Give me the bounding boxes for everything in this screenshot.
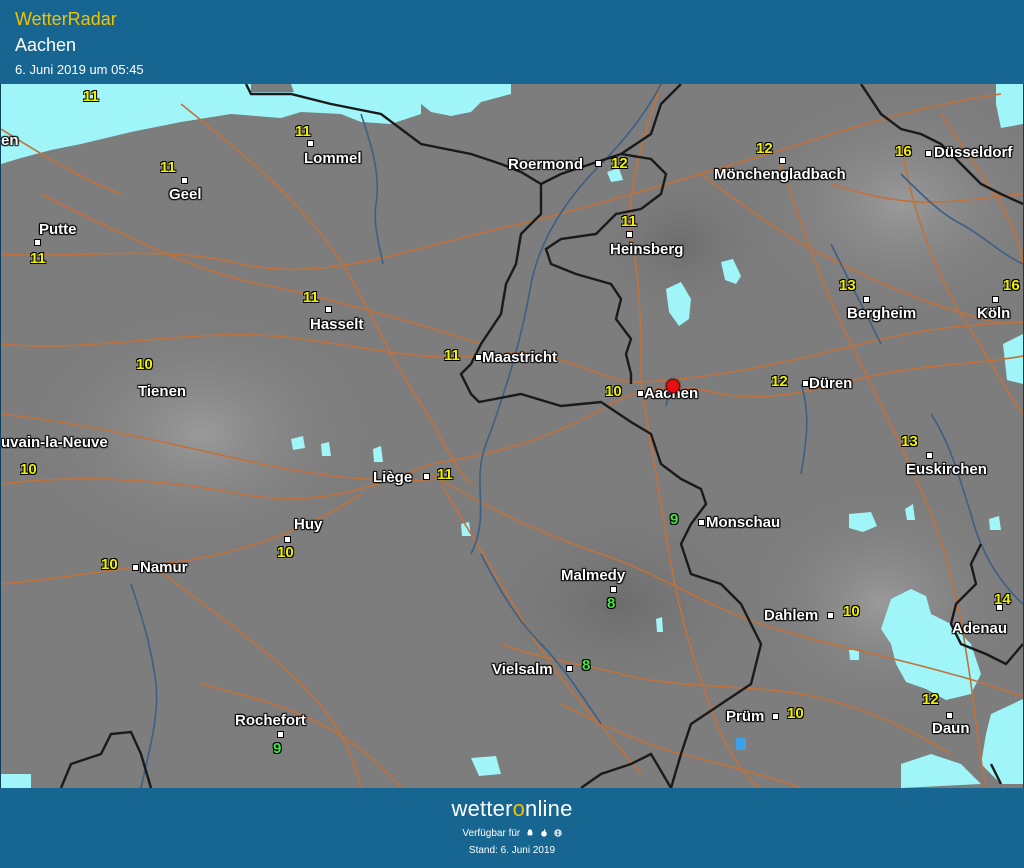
city-daun[interactable]: Daun — [932, 720, 970, 737]
city-geel[interactable]: Geel — [169, 186, 202, 203]
city-partial-west[interactable]: en — [1, 132, 19, 149]
radar-map[interactable]: Roermond Mönchengladbach Düsseldorf Lomm… — [1, 84, 1023, 788]
temperature-value: 9 — [670, 511, 679, 528]
android-icon[interactable] — [526, 829, 534, 837]
city-roermond[interactable]: Roermond — [508, 156, 583, 173]
city-dot-pruem — [772, 713, 779, 720]
city-huy[interactable]: Huy — [294, 516, 322, 533]
city-dot-dueren — [802, 380, 809, 387]
availability-text: Verfügbar für — [462, 828, 521, 839]
city-liege[interactable]: Liège — [373, 469, 412, 486]
city-dot-hasselt — [325, 306, 332, 313]
city-dot-heinsberg — [626, 231, 633, 238]
city-louvain-la-neuve[interactable]: uvain-la-Neuve — [1, 434, 108, 451]
temperature-value: 13 — [839, 277, 856, 294]
temperature-value: 11 — [437, 466, 453, 483]
temperature-value: 11 — [295, 123, 311, 140]
temperature-value: 8 — [607, 595, 616, 612]
city-dot-liege — [423, 473, 430, 480]
logo-text-suffix: nline — [525, 796, 573, 821]
logo-text-o: o — [512, 796, 526, 821]
temperature-value: 10 — [101, 556, 118, 573]
temperature-value: 8 — [582, 657, 591, 674]
temperature-value: 16 — [1003, 277, 1020, 294]
temperature-value: 10 — [605, 383, 622, 400]
city-bergheim[interactable]: Bergheim — [847, 305, 916, 322]
location-marker-icon[interactable] — [666, 379, 680, 393]
radar-timestamp: 6. Juni 2019 um 05:45 — [15, 62, 144, 77]
cloud-light-se — [741, 484, 1021, 724]
temperature-value: 11 — [444, 347, 460, 364]
city-dueren[interactable]: Düren — [809, 375, 852, 392]
city-dot-roermond — [595, 160, 602, 167]
temperature-value: 14 — [994, 591, 1011, 608]
city-dot-maastricht — [475, 354, 482, 361]
city-dot-duesseldorf — [925, 150, 932, 157]
city-heinsberg[interactable]: Heinsberg — [610, 241, 683, 258]
temperature-value: 11 — [303, 289, 319, 306]
city-dot-huy — [284, 536, 291, 543]
logo-text-prefix: wetter — [451, 796, 513, 821]
city-hasselt[interactable]: Hasselt — [310, 316, 363, 333]
header: WetterRadar Aachen 6. Juni 2019 um 05:45 — [0, 0, 1024, 84]
temperature-value: 11 — [160, 159, 176, 176]
city-dot-lommel — [307, 140, 314, 147]
temperature-value: 10 — [277, 544, 294, 561]
city-lommel[interactable]: Lommel — [304, 150, 362, 167]
temperature-value: 9 — [273, 740, 282, 757]
city-dot-geel — [181, 177, 188, 184]
city-dot-putte — [34, 239, 41, 246]
city-dot-moenchengladbach — [779, 157, 786, 164]
city-dot-koeln — [992, 296, 999, 303]
city-malmedy[interactable]: Malmedy — [561, 567, 625, 584]
temperature-value: 11 — [83, 88, 99, 105]
city-rochefort[interactable]: Rochefort — [235, 712, 306, 729]
temperature-value: 12 — [611, 155, 628, 172]
temperature-value: 12 — [922, 691, 939, 708]
city-adenau[interactable]: Adenau — [952, 620, 1007, 637]
map-canvas — [1, 84, 1023, 788]
temperature-value: 12 — [771, 373, 788, 390]
stand-date: Stand: 6. Juni 2019 — [468, 845, 556, 856]
temperature-value: 16 — [895, 143, 912, 160]
city-dot-rochefort — [277, 731, 284, 738]
availability-line: Verfügbar für — [0, 828, 1024, 839]
city-dot-malmedy — [610, 586, 617, 593]
location-name[interactable]: Aachen — [15, 35, 76, 56]
city-monschau[interactable]: Monschau — [706, 514, 780, 531]
temperature-value: 10 — [787, 705, 804, 722]
city-koeln[interactable]: Köln — [977, 305, 1010, 322]
city-dot-vielsalm — [566, 665, 573, 672]
apple-icon[interactable] — [540, 829, 548, 837]
rain-cell — [736, 738, 746, 750]
temperature-value: 10 — [136, 356, 153, 373]
city-moenchengladbach[interactable]: Mönchengladbach — [714, 166, 846, 183]
city-dot-bergheim — [863, 296, 870, 303]
temperature-value: 10 — [20, 461, 37, 478]
city-namur[interactable]: Namur — [140, 559, 188, 576]
city-putte[interactable]: Putte — [39, 221, 77, 238]
temperature-value: 12 — [756, 140, 773, 157]
city-dahlem[interactable]: Dahlem — [764, 607, 818, 624]
temperature-value: 11 — [621, 213, 637, 230]
app-title: WetterRadar — [15, 9, 117, 29]
city-dot-namur — [132, 564, 139, 571]
city-duesseldorf[interactable]: Düsseldorf — [934, 144, 1012, 161]
wetteronline-logo[interactable]: wetteronline — [0, 796, 1024, 822]
temperature-value: 10 — [843, 603, 860, 620]
city-vielsalm[interactable]: Vielsalm — [492, 661, 553, 678]
city-euskirchen[interactable]: Euskirchen — [906, 461, 987, 478]
temperature-value: 13 — [901, 433, 918, 450]
city-dot-euskirchen — [926, 452, 933, 459]
city-pruem[interactable]: Prüm — [726, 708, 764, 725]
web-icon[interactable] — [553, 829, 562, 838]
city-dot-daun — [946, 712, 953, 719]
temperature-value: 11 — [30, 250, 46, 267]
footer: wetteronline Verfügbar für Stand: 6. Jun… — [0, 788, 1024, 868]
city-dot-aachen — [637, 390, 644, 397]
city-maastricht[interactable]: Maastricht — [482, 349, 557, 366]
city-tienen[interactable]: Tienen — [138, 383, 186, 400]
city-dot-monschau — [698, 519, 705, 526]
city-dot-dahlem — [827, 612, 834, 619]
